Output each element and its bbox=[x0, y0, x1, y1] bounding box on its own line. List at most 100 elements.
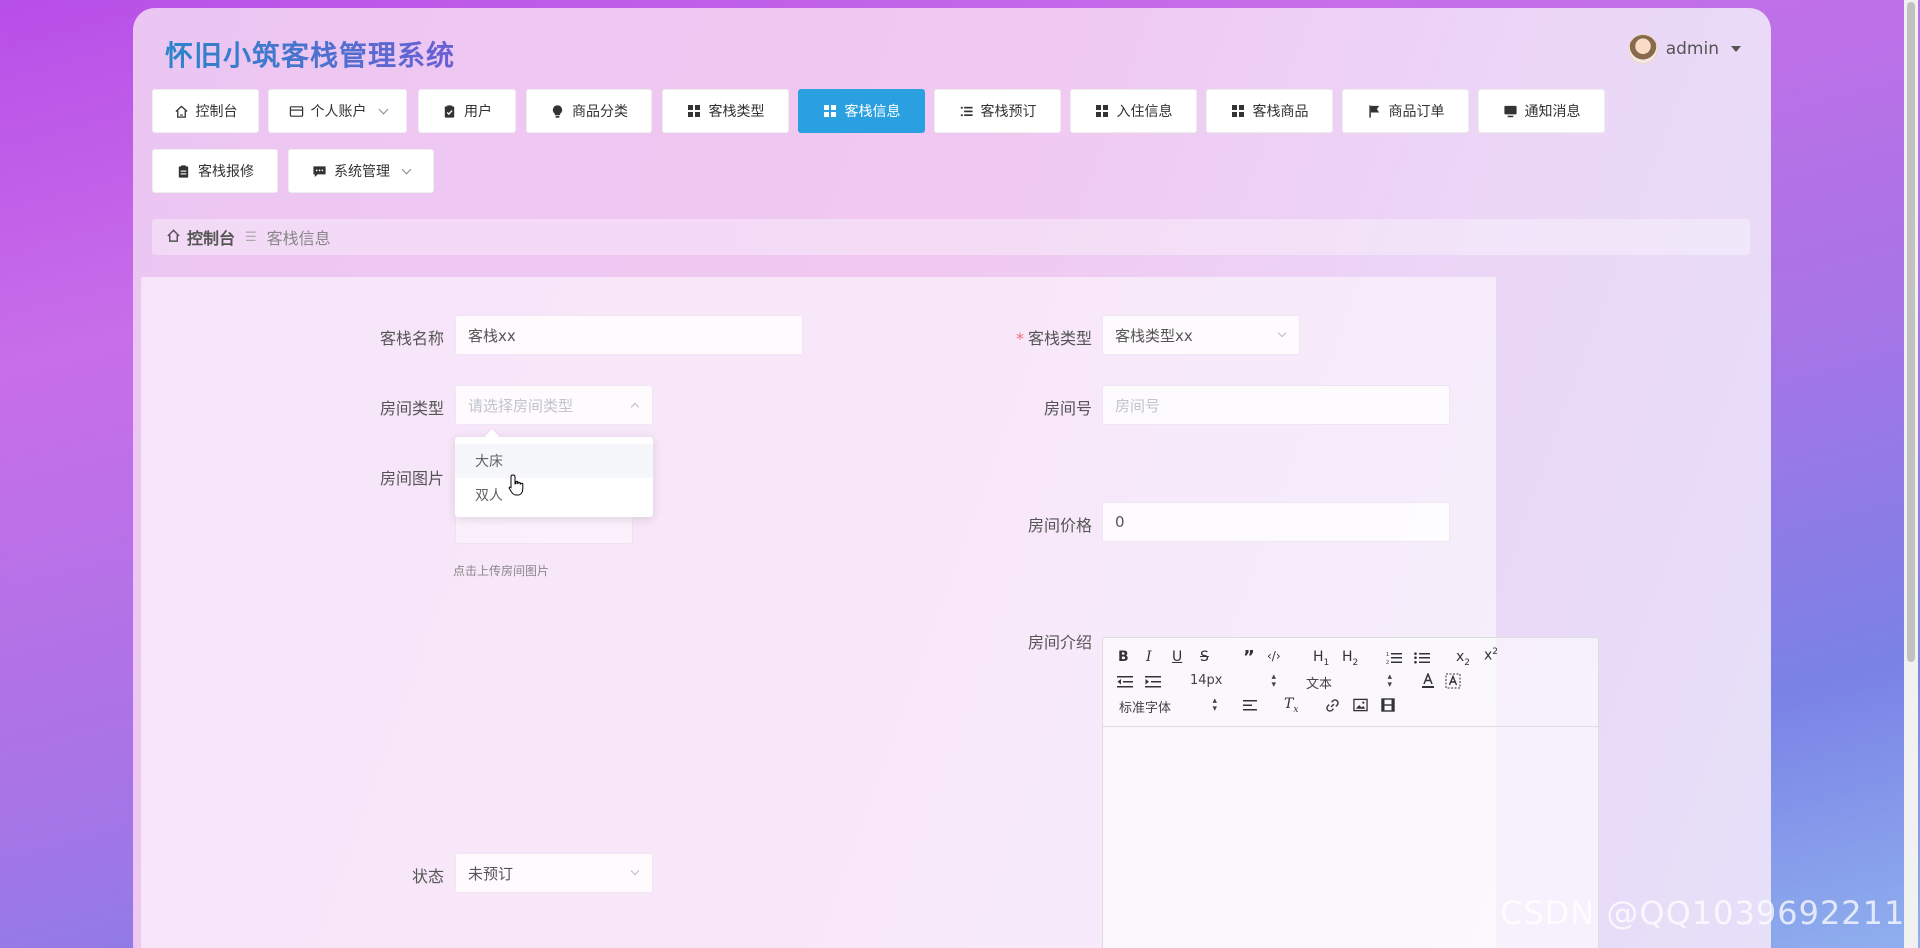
wallet-icon bbox=[289, 104, 304, 119]
room-type-select[interactable]: 请选择房间类型 bbox=[455, 385, 653, 425]
nav-item-label: 客栈信息 bbox=[844, 104, 901, 120]
nav-item-users[interactable]: 用户 bbox=[418, 89, 516, 133]
nav-item-system[interactable]: 系统管理 bbox=[288, 149, 434, 193]
nav-item-dashboard[interactable]: 控制台 bbox=[152, 89, 259, 133]
nav-item-label: 商品订单 bbox=[1388, 104, 1445, 120]
header-select[interactable]: 文本 ▴ ▾ bbox=[1306, 673, 1392, 693]
heading1-icon[interactable]: H1 bbox=[1313, 649, 1329, 668]
link-icon[interactable] bbox=[1325, 698, 1340, 717]
chevron-down-icon bbox=[401, 164, 412, 174]
room-type-option[interactable]: 双人 bbox=[455, 478, 653, 512]
ordered-list-icon[interactable]: 12 bbox=[1386, 651, 1402, 669]
inn-type-label-text: 客栈类型 bbox=[1027, 329, 1092, 348]
background-color-icon[interactable] bbox=[1445, 673, 1461, 693]
italic-icon[interactable]: I bbox=[1146, 649, 1152, 665]
bold-icon[interactable]: B bbox=[1118, 649, 1129, 665]
user-menu[interactable]: admin bbox=[1627, 32, 1741, 66]
sort-arrows-icon: ▴ ▾ bbox=[1271, 672, 1276, 690]
indent-icon[interactable] bbox=[1145, 675, 1161, 693]
nav-item-label: 商品分类 bbox=[572, 104, 628, 120]
font-size-value: 14px bbox=[1190, 673, 1223, 688]
breadcrumb-separator-icon: ☰ bbox=[245, 229, 257, 245]
hand-cursor-icon bbox=[508, 473, 526, 501]
chat-icon bbox=[312, 164, 327, 179]
nav-item-label: 用户 bbox=[464, 104, 492, 120]
scrollbar-thumb[interactable] bbox=[1907, 2, 1915, 662]
breadcrumb: 控制台 ☰ 客栈信息 bbox=[152, 219, 1750, 255]
chevron-down-icon bbox=[630, 866, 640, 876]
nav-item-notifications[interactable]: 通知消息 bbox=[1478, 89, 1605, 133]
avatar bbox=[1627, 34, 1658, 64]
room-no-label: 房间号 bbox=[1043, 399, 1092, 418]
nav-item-account[interactable]: 个人账户 bbox=[268, 89, 407, 133]
nav-item-label: 客栈商品 bbox=[1252, 104, 1309, 120]
nav-item-product-category[interactable]: 商品分类 bbox=[526, 89, 652, 133]
watermark: CSDN @QQ1039692211 bbox=[1500, 894, 1906, 932]
clear-format-icon[interactable]: Tx bbox=[1284, 696, 1298, 715]
inn-name-input[interactable]: 客栈xx bbox=[455, 315, 803, 355]
nav-item-label: 入住信息 bbox=[1116, 104, 1173, 120]
heading2-icon[interactable]: H2 bbox=[1342, 649, 1358, 668]
grid-icon bbox=[823, 104, 838, 119]
nav-item-label: 通知消息 bbox=[1524, 104, 1581, 120]
list-icon bbox=[959, 104, 974, 119]
underline-icon[interactable]: U bbox=[1172, 649, 1182, 665]
status-label: 状态 bbox=[411, 867, 444, 886]
outdent-icon[interactable] bbox=[1117, 675, 1133, 693]
page-scrollbar[interactable] bbox=[1904, 0, 1918, 948]
nav-item-label: 客栈报修 bbox=[198, 164, 254, 180]
editor-toolbar: B I U S ” ‹/› H1 H2 12 x2 x2 14px ▴ ▾ 文本 … bbox=[1103, 638, 1598, 727]
home-icon bbox=[174, 104, 189, 119]
room-no-placeholder: 房间号 bbox=[1115, 396, 1161, 415]
monitor-icon bbox=[1503, 104, 1518, 119]
required-mark: * bbox=[1015, 329, 1024, 348]
nav-item-inn-products[interactable]: 客栈商品 bbox=[1206, 89, 1333, 133]
grid-icon bbox=[687, 104, 702, 119]
room-type-option[interactable]: 大床 bbox=[455, 444, 653, 478]
font-size-select[interactable]: 14px ▴ ▾ bbox=[1190, 672, 1276, 690]
room-price-label: 房间价格 bbox=[1027, 516, 1092, 535]
inn-name-value: 客栈xx bbox=[468, 326, 516, 345]
room-price-value: 0 bbox=[1115, 513, 1125, 531]
font-family-value: 标准字体 bbox=[1119, 701, 1172, 716]
strikethrough-icon[interactable]: S bbox=[1200, 649, 1209, 665]
video-icon[interactable] bbox=[1381, 698, 1395, 716]
nav-item-label: 个人账户 bbox=[310, 104, 367, 120]
status-select[interactable]: 未预订 bbox=[455, 853, 653, 893]
nav-item-inn-info[interactable]: 客栈信息 bbox=[798, 89, 925, 133]
nav-item-label: 客栈预订 bbox=[980, 104, 1037, 120]
status-value: 未预订 bbox=[468, 864, 514, 883]
subscript-icon[interactable]: x2 bbox=[1456, 649, 1470, 668]
nav-item-inn-booking[interactable]: 客栈预订 bbox=[934, 89, 1061, 133]
nav-item-label: 系统管理 bbox=[334, 164, 390, 180]
font-family-select[interactable]: 标准字体 ▴ ▾ bbox=[1119, 697, 1217, 717]
chevron-up-icon bbox=[630, 402, 640, 412]
code-icon[interactable]: ‹/› bbox=[1267, 649, 1281, 663]
nav-item-inn-type[interactable]: 客栈类型 bbox=[662, 89, 789, 133]
chevron-down-icon bbox=[378, 104, 388, 114]
room-type-label: 房间类型 bbox=[379, 399, 444, 418]
inn-name-label: 客栈名称 bbox=[379, 329, 444, 348]
inn-type-select[interactable]: 客栈类型xx bbox=[1102, 315, 1300, 355]
room-price-input[interactable]: 0 bbox=[1102, 502, 1450, 542]
grid-icon bbox=[1231, 104, 1246, 119]
nav-item-label: 控制台 bbox=[195, 104, 238, 120]
breadcrumb-home[interactable]: 控制台 bbox=[187, 225, 235, 249]
inn-type-label: * 客栈类型 bbox=[990, 325, 1092, 349]
blockquote-icon[interactable]: ” bbox=[1243, 647, 1255, 668]
bullet-list-icon[interactable] bbox=[1414, 651, 1430, 669]
room-image-hint: 点击上传房间图片 bbox=[453, 564, 550, 578]
room-image-label: 房间图片 bbox=[379, 469, 444, 488]
caret-down-icon bbox=[1731, 46, 1741, 52]
lightbulb-icon bbox=[550, 104, 565, 119]
nav-item-checkin[interactable]: 入住信息 bbox=[1070, 89, 1197, 133]
app-title: 怀旧小筑客栈管理系统 bbox=[165, 34, 455, 74]
font-color-icon[interactable] bbox=[1421, 671, 1435, 693]
superscript-icon[interactable]: x2 bbox=[1484, 647, 1498, 664]
nav-item-product-orders[interactable]: 商品订单 bbox=[1342, 89, 1469, 133]
align-icon[interactable] bbox=[1243, 699, 1257, 716]
image-icon[interactable] bbox=[1353, 698, 1368, 716]
room-no-input[interactable]: 房间号 bbox=[1102, 385, 1450, 425]
clipboard-icon bbox=[176, 164, 191, 179]
nav-item-inn-repairs[interactable]: 客栈报修 bbox=[152, 149, 278, 193]
